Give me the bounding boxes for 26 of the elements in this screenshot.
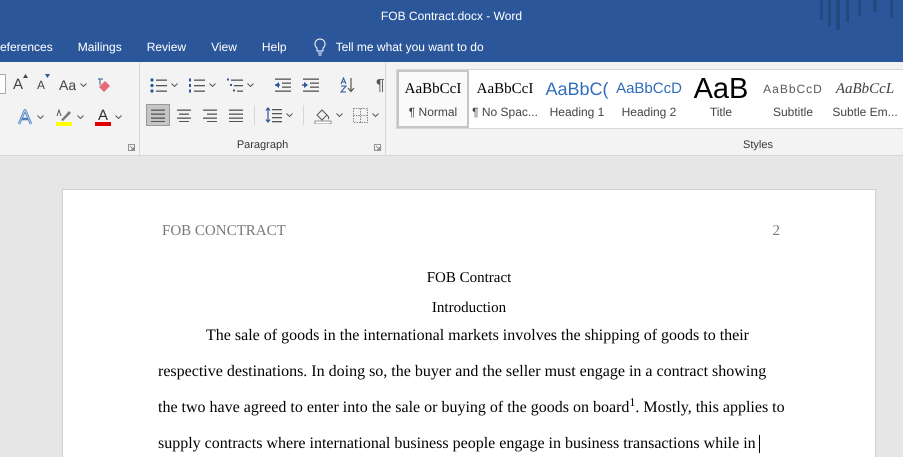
ribbon-tab[interactable]: eferences <box>0 38 53 56</box>
ribbon-tab[interactable]: Help <box>262 38 287 56</box>
document-title: FOB Contract <box>426 268 512 286</box>
ribbon-tab[interactable]: Mailings <box>78 38 122 56</box>
tell-me-field[interactable]: Tell me what you want to do <box>314 38 484 56</box>
group-label: Paragraph <box>236 138 288 152</box>
group-label: Styles <box>743 138 773 152</box>
style-option[interactable]: AaBbCcD Heading 2 <box>613 70 685 128</box>
change-case-button[interactable]: Aa <box>56 74 90 96</box>
window-title: FOB Contract.docx - Word <box>380 8 522 25</box>
ribbon-tab[interactable]: Review <box>146 38 186 56</box>
shrink-font-button[interactable]: A <box>34 74 54 96</box>
style-option[interactable]: AaBbCcI ¶ Normal <box>397 70 469 128</box>
style-option[interactable]: AaBbCcI ¶ No Spac... <box>469 70 541 128</box>
style-option[interactable]: AaB Title <box>685 70 757 128</box>
ribbon-tab[interactable]: View <box>211 38 237 56</box>
page-number: 2 <box>772 222 780 241</box>
grow-font-button[interactable]: A <box>10 74 32 96</box>
font-color-button[interactable]: A <box>92 106 125 128</box>
style-option[interactable]: AaBbCcD Subtitle <box>757 70 829 128</box>
body-paragraph: The sale of goods in the international markets involves the shipping of goods to their respective destinations. In doing so, the buyer and the seller must engage in a contract showing the two have agreed to enter into the sale or buying of the goods on board$^{1}$. Mostly, this applies to supply contracts where international business people engage in business transactions while in <box>158 326 786 455</box>
style-option[interactable]: AaBbC( Heading 1 <box>541 70 613 128</box>
section-heading: Introduction <box>432 298 506 316</box>
show-formatting-button[interactable]: ¶ <box>372 74 389 96</box>
running-header: FOB CONCTRACT <box>162 222 286 241</box>
style-option[interactable]: AaBbCcL Subtle Em... <box>829 70 901 128</box>
